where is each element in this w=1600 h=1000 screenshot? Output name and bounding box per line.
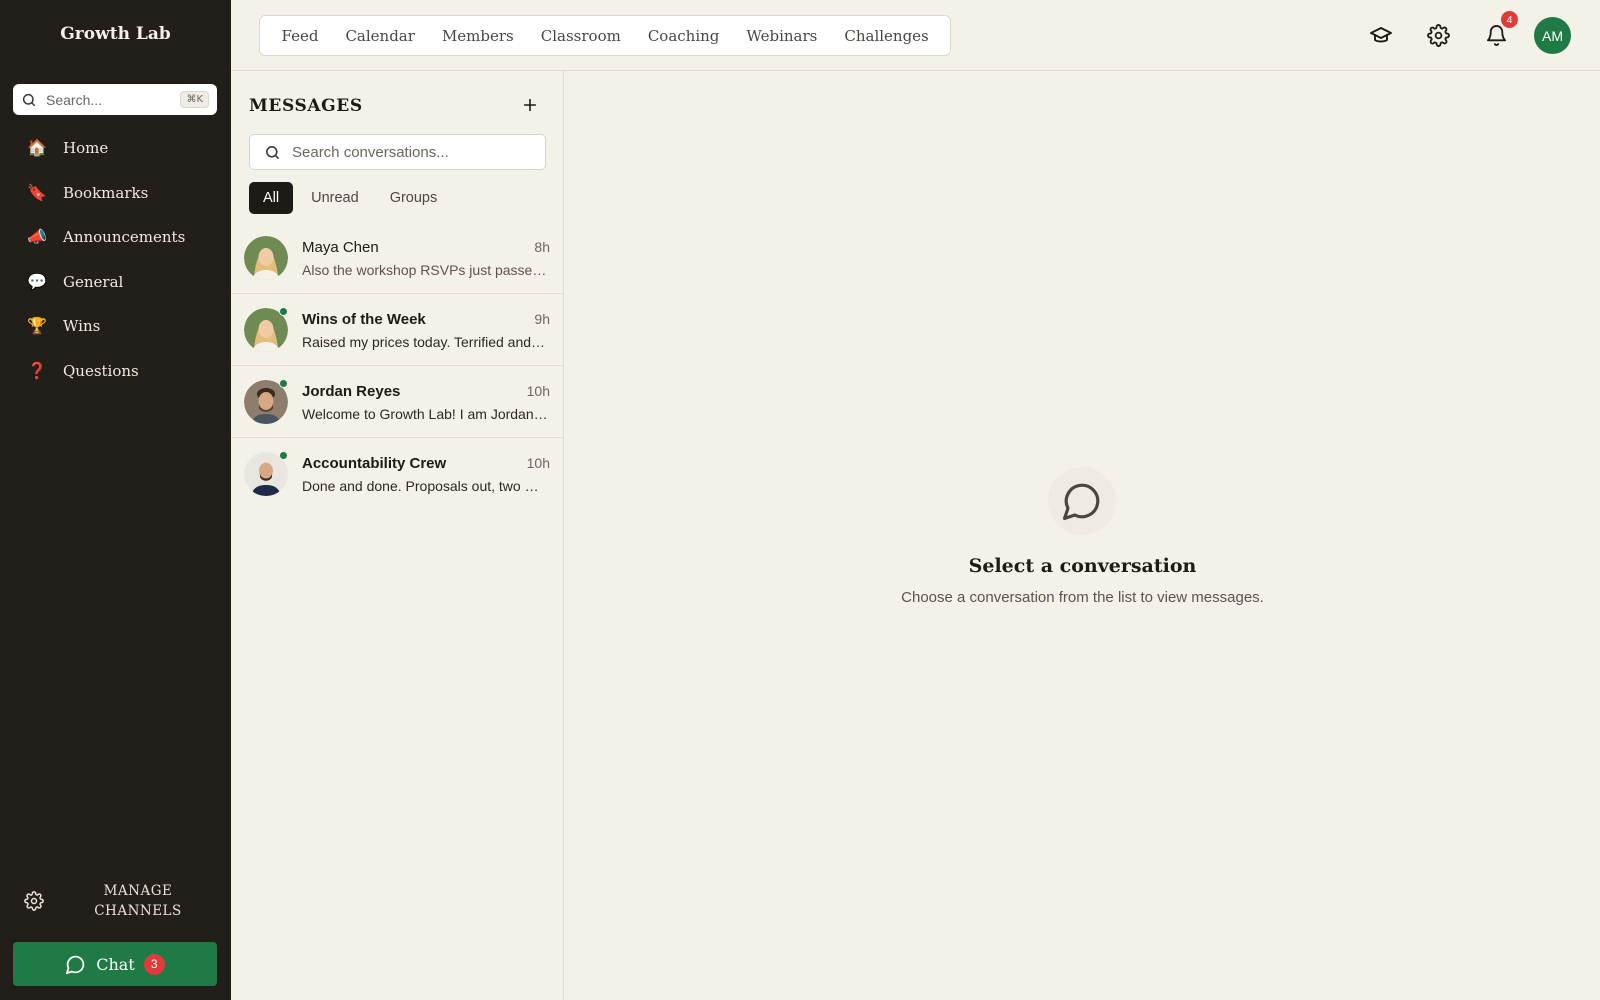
conversation-view: Select a conversation Choose a conversat… [565,71,1600,1000]
conversation-filters: All Unread Groups [249,182,455,214]
chat-bubble-icon [66,955,85,974]
tab-coaching[interactable]: Coaching [634,27,733,45]
sidebar-item-home[interactable]: 🏠 Home [0,126,231,171]
filter-unread[interactable]: Unread [298,182,372,214]
conversation-preview: Done and done. Proposals out, two more t… [302,478,548,494]
conversation-time: 8h [534,239,550,255]
filter-groups[interactable]: Groups [377,182,451,214]
search-icon [22,93,36,106]
tab-challenges[interactable]: Challenges [831,27,942,45]
online-indicator [279,451,288,460]
tab-feed[interactable]: Feed [268,27,332,45]
conversation-preview: Welcome to Growth Lab! I am Jordan, the … [302,406,548,422]
speech-bubble-icon: 💬 [27,273,47,291]
new-message-button[interactable] [518,93,542,117]
tab-members[interactable]: Members [428,27,527,45]
empty-state-subtitle: Choose a conversation from the list to v… [901,589,1264,606]
manage-channels-label: MANAGE CHANNELS [94,883,182,919]
plus-icon [523,98,537,112]
conversation-name: Jordan Reyes [302,383,401,400]
sidebar-item-general[interactable]: 💬 General [0,260,231,305]
conversation-name: Maya Chen [302,239,379,256]
search-shortcut: ⌘K [180,91,209,108]
settings-gear-icon[interactable] [1425,22,1451,48]
sidebar-search-placeholder: Search... [46,91,103,108]
sidebar-item-questions[interactable]: ❓ Questions [0,349,231,394]
conversation-search-input[interactable]: Search conversations... [249,134,546,170]
conversation-time: 10h [526,383,550,399]
manage-channels-button[interactable]: MANAGE CHANNELS [24,878,214,924]
gear-icon [24,891,44,911]
conversation-item[interactable]: Wins of the Week 9h Raised my prices tod… [231,294,564,366]
sidebar-item-label: General [63,272,124,291]
messages-panel: MESSAGES Search conversations... All Unr… [231,71,564,1000]
messages-title: MESSAGES [249,96,363,116]
graduation-cap-icon[interactable] [1368,22,1394,48]
user-avatar[interactable]: AM [1534,17,1571,54]
conversation-item[interactable]: Jordan Reyes 10h Welcome to Growth Lab! … [231,366,564,438]
chat-unread-badge: 3 [143,953,165,975]
sidebar: Growth Lab Search... ⌘K 🏠 Home 🔖 Bookmar… [0,0,231,1000]
conversation-name: Accountability Crew [302,455,447,472]
conversation-time: 10h [526,455,550,471]
filter-all[interactable]: All [249,182,294,214]
notification-count-badge: 4 [1501,11,1518,28]
conversation-preview: Also the workshop RSVPs just passed 60 [302,262,548,278]
sidebar-item-label: Home [63,139,109,158]
sidebar-item-bookmarks[interactable]: 🔖 Bookmarks [0,171,231,216]
sidebar-item-wins[interactable]: 🏆 Wins [0,304,231,349]
empty-state-title: Select a conversation [968,555,1197,577]
sidebar-item-label: Wins [63,317,101,336]
conversation-name: Wins of the Week [302,311,426,328]
tab-calendar[interactable]: Calendar [332,27,428,45]
tab-webinars[interactable]: Webinars [733,27,831,45]
sidebar-search-input[interactable]: Search... ⌘K [13,84,217,115]
sidebar-item-label: Announcements [63,228,186,247]
chat-bubble-icon [1048,467,1116,535]
conversation-preview: Raised my prices today. Terrified and ex… [302,334,548,350]
bookmark-icon: 🔖 [27,184,47,202]
sidebar-item-label: Bookmarks [63,183,149,202]
online-indicator [279,307,288,316]
top-bar: Feed Calendar Members Classroom Coaching… [231,0,1600,71]
main-nav-tabs: Feed Calendar Members Classroom Coaching… [259,15,952,56]
chat-button[interactable]: Chat 3 [13,942,217,986]
channel-list: 🏠 Home 🔖 Bookmarks 📣 Announcements 💬 Gen… [0,126,231,393]
chat-button-label: Chat [96,954,135,974]
app-title: Growth Lab [60,24,171,44]
house-icon: 🏠 [27,140,47,158]
conversation-time: 9h [534,311,550,327]
conversation-item[interactable]: Maya Chen 8h Also the workshop RSVPs jus… [231,222,564,294]
sidebar-item-announcements[interactable]: 📣 Announcements [0,215,231,260]
question-mark-icon: ❓ [27,362,47,380]
online-indicator [279,379,288,388]
sidebar-item-label: Questions [63,361,139,380]
conversation-item[interactable]: Accountability Crew 10h Done and done. P… [231,438,564,510]
conversation-search-placeholder: Search conversations... [292,143,449,161]
search-icon [266,145,279,159]
trophy-icon: 🏆 [27,318,47,336]
conversation-list: Maya Chen 8h Also the workshop RSVPs jus… [231,222,564,510]
megaphone-icon: 📣 [27,229,47,247]
tab-classroom[interactable]: Classroom [527,27,634,45]
avatar [244,236,288,280]
